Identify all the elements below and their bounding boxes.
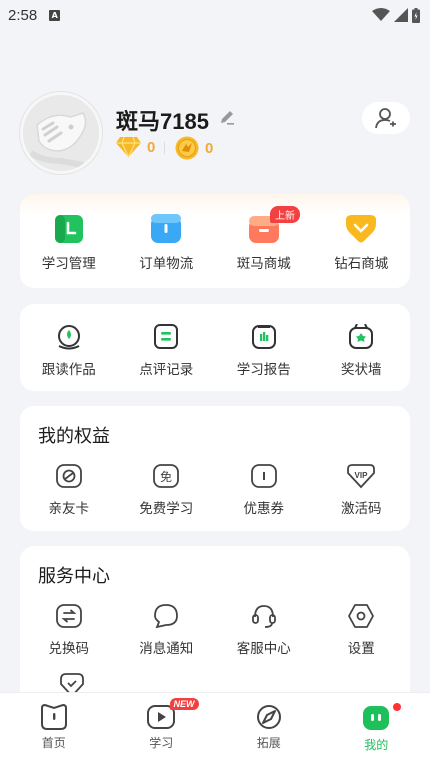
tab-my[interactable]: 我的 [323,693,430,764]
notification-icon: A [49,9,61,21]
signal-icon [394,8,408,22]
review-record-button[interactable]: 点评记录 [118,324,216,378]
tab-label: 首页 [41,736,66,750]
diamond-stat[interactable]: 0 [116,136,155,158]
status-bar: 2:58 A [0,0,430,30]
review-record-icon [154,324,179,349]
learning-records-card: 跟读作品 点评记录 学习报告 奖状墙 [20,304,410,391]
profile-header: 斑马7185 0 0 [20,92,412,174]
cell-label: 钻石商城 [334,256,389,272]
award-wall-button[interactable]: 奖状墙 [313,324,411,378]
diamond-icon [116,136,141,158]
coin-count: 0 [205,139,214,157]
my-rights-card: 我的权益 亲友卡 免 免费学习 优惠券 VIP 激活码 [20,406,410,531]
cell-label: 消息通知 [139,641,194,657]
stat-divider [164,142,165,154]
free-study-icon: 免 [153,464,180,488]
battery-icon [412,7,420,23]
zebra-mall-button[interactable]: 上新 斑马商城 [215,206,313,272]
coin-stat[interactable]: 0 [175,136,213,160]
edit-icon[interactable] [219,109,235,125]
user-switch-icon [375,108,396,129]
avatar[interactable] [20,92,102,174]
friend-card-button[interactable]: 亲友卡 [20,463,118,517]
vip-glyph: VIP [355,471,369,480]
bottom-tab-bar: 首页 NEW 学习 拓展 我的 [0,692,430,764]
cell-label: 激活码 [341,501,382,517]
coupon-button[interactable]: 优惠券 [215,463,313,517]
study-manage-button[interactable]: 学习管理 [20,214,118,272]
wifi-icon [372,8,390,21]
free-study-button[interactable]: 免 免费学习 [118,463,216,517]
tab-label: 学习 [149,736,174,750]
cell-label: 订单物流 [139,256,194,272]
zebra-avatar-icon [23,95,99,171]
cell-label: 奖状墙 [341,362,382,378]
friend-card-icon [55,464,82,488]
tab-explore[interactable]: 拓展 [215,693,323,764]
tab-label: 我的 [364,738,389,752]
cell-label: 设置 [347,641,375,657]
cell-label: 跟读作品 [41,362,96,378]
new-badge: NEW [169,698,199,710]
message-icon [154,604,179,629]
status-time: 2:58 [8,6,38,24]
quick-services-card: 学习管理 订单物流 上新 斑马商城 钻石商城 [20,194,410,288]
section-title: 我的权益 [38,426,110,447]
message-button[interactable]: 消息通知 [118,603,216,657]
my-icon [363,706,390,730]
settings-icon [348,604,375,628]
award-wall-icon [349,324,374,349]
redeem-code-icon [55,604,82,628]
cell-label: 客服中心 [236,641,291,657]
cell-label: 亲友卡 [48,501,90,517]
tab-home[interactable]: 首页 [0,693,108,764]
explore-icon [256,705,281,729]
order-logistics-icon [151,214,182,243]
study-report-button[interactable]: 学习报告 [215,324,313,378]
tab-study[interactable]: NEW 学习 [108,693,216,764]
follow-read-icon [57,325,80,350]
diamond-mall-icon [346,215,377,243]
activation-code-button[interactable]: VIP 激活码 [313,463,411,517]
coupon-icon [250,464,277,488]
coin-icon [175,136,199,160]
cell-label: 兑换码 [48,641,90,657]
customer-service-icon [251,605,276,628]
tab-label: 拓展 [256,736,281,750]
activation-code-icon: VIP [347,464,376,489]
notification-dot [392,703,401,711]
study-report-icon [251,325,276,349]
cell-label: 免费学习 [139,501,194,517]
follow-read-button[interactable]: 跟读作品 [20,324,118,378]
settings-button[interactable]: 设置 [313,603,411,657]
free-glyph: 免 [160,469,172,484]
diamond-mall-button[interactable]: 钻石商城 [313,214,411,272]
redeem-code-button[interactable]: 兑换码 [20,603,118,657]
cell-label: 优惠券 [243,501,285,517]
diamond-count: 0 [147,138,156,156]
customer-service-button[interactable]: 客服中心 [215,603,313,657]
cell-label: 点评记录 [139,362,194,378]
home-icon [40,704,67,730]
new-arrival-badge: 上新 [270,206,300,223]
cell-label: 学习报告 [236,362,291,378]
study-manage-icon [54,215,83,243]
section-title: 服务中心 [38,566,110,587]
service-center-card: 服务中心 兑换码 消息通知 客服中心 设置 [20,546,410,706]
order-logistics-button[interactable]: 订单物流 [118,214,216,272]
username: 斑马7185 [116,109,209,134]
status-icons [372,7,420,23]
cell-label: 斑马商城 [236,256,291,272]
account-switch-button[interactable] [362,102,410,134]
cell-label: 学习管理 [41,256,96,272]
